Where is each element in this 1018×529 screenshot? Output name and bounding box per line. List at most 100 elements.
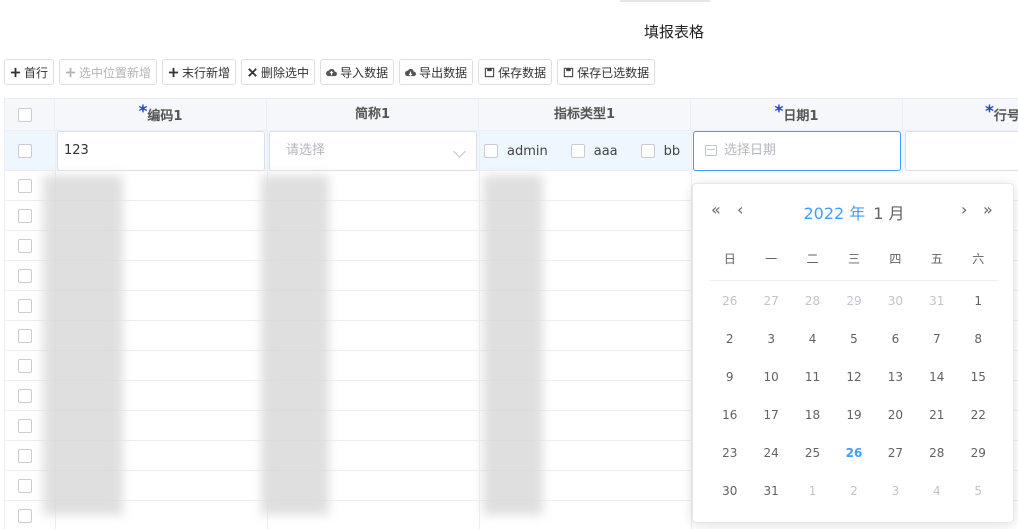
row-checkbox[interactable]	[18, 329, 32, 343]
calendar-day[interactable]: 5	[958, 484, 999, 498]
calendar-day-today[interactable]: 26	[833, 446, 874, 460]
row-checkbox[interactable]	[18, 269, 32, 283]
year-label[interactable]: 2022 年	[803, 204, 865, 223]
append-row-button[interactable]: 末行新增	[162, 59, 237, 85]
calendar-day[interactable]: 21	[916, 408, 957, 422]
calendar-day[interactable]: 15	[958, 370, 999, 384]
checkbox[interactable]	[570, 144, 585, 158]
calendar-day[interactable]: 23	[709, 446, 750, 460]
calendar-day[interactable]: 4	[916, 484, 957, 498]
weekday-label: 四	[889, 252, 902, 266]
date-input[interactable]: 选择日期	[693, 131, 901, 171]
row-checkbox[interactable]	[18, 209, 32, 223]
weekday-label: 三	[847, 252, 860, 266]
calendar-day[interactable]: 13	[875, 370, 916, 384]
calendar-day[interactable]: 22	[958, 408, 999, 422]
calendar-day[interactable]: 1	[958, 294, 999, 308]
calendar-day[interactable]: 25	[792, 446, 833, 460]
save-selected-button[interactable]: 保存已选数据	[557, 59, 656, 85]
calendar-day[interactable]: 30	[709, 484, 750, 498]
calendar-day[interactable]: 14	[916, 370, 957, 384]
type-option-aaa[interactable]: aaa	[570, 144, 618, 159]
type-option-bb[interactable]: bb	[640, 143, 681, 159]
row-checkbox[interactable]	[18, 179, 32, 193]
calendar-day[interactable]: 29	[958, 446, 999, 460]
redacted-content	[261, 175, 329, 515]
save-data-button[interactable]: 保存数据	[478, 59, 553, 85]
calendar-day[interactable]: 31	[916, 294, 957, 308]
calendar-day[interactable]: 26	[709, 294, 750, 308]
calendar-day[interactable]: 16	[709, 408, 750, 422]
calendar-day[interactable]: 2	[833, 484, 874, 498]
option-label: admin	[507, 143, 548, 159]
calendar-day[interactable]: 28	[792, 294, 833, 308]
calendar-day[interactable]: 28	[916, 446, 957, 460]
calendar-day[interactable]: 31	[750, 484, 791, 498]
abbr-select[interactable]: 请选择	[269, 131, 477, 171]
next-year-icon[interactable]: »	[983, 200, 993, 219]
header-code: *编码1	[55, 99, 267, 131]
code-input[interactable]: 123	[57, 131, 265, 171]
calendar-day[interactable]: 11	[792, 370, 833, 384]
calendar-day[interactable]: 18	[792, 408, 833, 422]
header-date: *日期1	[691, 99, 903, 131]
calendar-day[interactable]: 2	[709, 332, 750, 346]
calendar-week: 30 31 1 2 3 4 5	[709, 484, 999, 498]
checkbox[interactable]	[640, 144, 655, 158]
calendar-day[interactable]: 29	[833, 294, 874, 308]
calendar-day[interactable]: 10	[750, 370, 791, 384]
calendar-day[interactable]: 6	[875, 332, 916, 346]
calendar-day[interactable]: 27	[750, 294, 791, 308]
required-mark: *	[985, 102, 994, 122]
export-data-button[interactable]: 导出数据	[399, 59, 474, 85]
abbr-select-placeholder: 请选择	[286, 143, 326, 158]
header-line-no: *行号	[903, 99, 1018, 131]
calendar-day[interactable]: 5	[833, 332, 874, 346]
row-checkbox[interactable]	[18, 239, 32, 253]
calendar-day[interactable]: 12	[833, 370, 874, 384]
calendar-week: 26 27 28 29 30 31 1	[709, 294, 999, 308]
calendar-day[interactable]: 20	[875, 408, 916, 422]
type-option-admin[interactable]: admin	[484, 144, 548, 159]
calendar-day[interactable]: 17	[750, 408, 791, 422]
calendar-day[interactable]: 9	[709, 370, 750, 384]
header-label: 简称1	[354, 107, 391, 122]
row-checkbox[interactable]	[18, 144, 32, 158]
row-checkbox[interactable]	[18, 389, 32, 403]
button-label: 删除选中	[261, 65, 310, 80]
calendar-day[interactable]: 24	[750, 446, 791, 460]
button-label: 首行	[24, 65, 49, 80]
calendar-day[interactable]: 3	[875, 484, 916, 498]
calendar-week: 9 10 11 12 13 14 15	[709, 370, 999, 384]
row-checkbox[interactable]	[18, 449, 32, 463]
first-row-add-button[interactable]: 首行	[4, 59, 55, 85]
header-label: 编码1	[147, 109, 183, 124]
option-label: bb	[663, 143, 681, 159]
row-checkbox[interactable]	[18, 419, 32, 433]
calendar-day[interactable]: 8	[958, 332, 999, 346]
save-icon	[484, 67, 495, 77]
calendar-day[interactable]: 30	[875, 294, 916, 308]
button-label: 保存已选数据	[577, 65, 650, 80]
calendar-day[interactable]: 27	[875, 446, 916, 460]
row-checkbox[interactable]	[18, 479, 32, 493]
month-label[interactable]: 1 月	[873, 204, 904, 223]
select-all-checkbox[interactable]	[18, 108, 32, 122]
row-checkbox[interactable]	[18, 509, 32, 523]
insert-at-selection-button[interactable]: 选中位置新增	[59, 59, 158, 85]
calendar-day[interactable]: 19	[833, 408, 874, 422]
row-checkbox[interactable]	[18, 299, 32, 313]
checkbox[interactable]	[484, 144, 498, 158]
delete-selected-button[interactable]: 删除选中	[241, 59, 316, 85]
next-month-icon[interactable]: ›	[961, 200, 967, 219]
page-title: 填报表格	[643, 23, 704, 41]
cloud-download-icon	[405, 68, 417, 76]
import-data-button[interactable]: 导入数据	[320, 59, 395, 85]
row-checkbox[interactable]	[18, 359, 32, 373]
line-no-input[interactable]	[905, 131, 1018, 171]
calendar-day[interactable]: 3	[750, 332, 791, 346]
calendar-day[interactable]: 4	[792, 332, 833, 346]
calendar-day[interactable]: 1	[792, 484, 833, 498]
header-select-all[interactable]	[5, 99, 55, 131]
calendar-day[interactable]: 7	[916, 332, 957, 346]
